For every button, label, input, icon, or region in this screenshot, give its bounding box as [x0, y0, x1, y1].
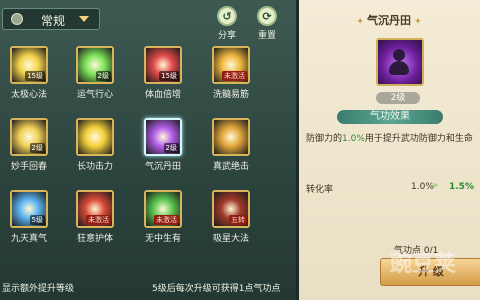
- skill-icon: 2级: [10, 118, 48, 156]
- skill-name: 洗髓易筋: [212, 90, 249, 100]
- skill-level-badge: 未激活: [222, 71, 247, 81]
- skill-name: 九天真气: [10, 234, 47, 244]
- skill-slot[interactable]: 五转吸星大法: [208, 190, 254, 250]
- desc-text-2: 用于提升武功防御力和生命: [364, 134, 473, 144]
- skill-name: 太极心法: [10, 90, 47, 100]
- skill-level-badge: 2级: [376, 92, 420, 104]
- skill-level-badge: 五转: [229, 215, 247, 225]
- qichen-dantian-icon: [376, 38, 424, 86]
- rate-next: 1.5%: [449, 182, 474, 192]
- skill-slot[interactable]: 2级妙手回春: [6, 118, 52, 178]
- skill-icon: [212, 118, 250, 156]
- skill-name: 真武绝击: [212, 162, 249, 172]
- share-icon: ↺: [217, 6, 237, 26]
- skill-name: 体血倍增: [144, 90, 181, 100]
- skill-slot[interactable]: 2级气沉丹田: [140, 118, 186, 178]
- skill-icon: [76, 118, 114, 156]
- skill-icon: 15级: [144, 46, 182, 84]
- skill-slot[interactable]: 长功击力: [72, 118, 118, 178]
- reset-icon: ⟳: [257, 6, 277, 26]
- desc-highlight: 1.0%: [342, 134, 365, 144]
- skill-icon: 未激活: [212, 46, 250, 84]
- skill-slot[interactable]: 未激活洗髓易筋: [208, 46, 254, 106]
- skill-icon: 5级: [10, 190, 48, 228]
- skill-icon: 五转: [212, 190, 250, 228]
- watermark-text: 豌豆荚: [390, 252, 457, 277]
- skill-slot[interactable]: 真武绝击: [208, 118, 254, 178]
- skill-name: 狂意护体: [76, 234, 113, 244]
- skill-level-badge: 2级: [29, 143, 45, 153]
- category-dropdown-label: 常规: [41, 14, 66, 28]
- skill-level-badge: 未激活: [154, 215, 179, 225]
- conversion-rate-label: 转化率: [306, 185, 334, 195]
- panel-divider: [296, 0, 299, 300]
- skill-name: 气沉丹田: [144, 162, 181, 172]
- skill-level-badge: 5级: [29, 215, 45, 225]
- effect-description: 防御力的1.0%用于提升武功防御力和生命: [306, 131, 480, 144]
- reset-button-label: 重置: [257, 31, 276, 41]
- share-button[interactable]: ↺ 分享: [210, 6, 244, 41]
- extra-level-text: 显示额外提升等级: [2, 284, 75, 294]
- rate-current: 1.0%: [411, 182, 434, 192]
- skill-slot[interactable]: 15级体血倍增: [140, 46, 186, 106]
- skill-icon: 2级: [144, 118, 182, 156]
- skill-icon: 2级: [76, 46, 114, 84]
- skill-level-badge: 2级: [163, 143, 179, 153]
- skill-level-badge: 15级: [159, 71, 179, 81]
- skill-slot[interactable]: 2级运气行心: [72, 46, 118, 106]
- share-button-label: 分享: [217, 31, 236, 41]
- detail-title: ✦ 气沉丹田 ✦: [356, 14, 422, 27]
- double-arrow-icon: »: [432, 180, 439, 191]
- skill-slot[interactable]: 未激活无中生有: [140, 190, 186, 250]
- skill-icon: 未激活: [76, 190, 114, 228]
- skill-slot[interactable]: 15级太极心法: [6, 46, 52, 106]
- upgrade-rule-text: 5级后每次升级可获得1点气功点: [152, 284, 281, 294]
- skill-level-badge: 未激活: [86, 215, 111, 225]
- category-dropdown[interactable]: 常规: [2, 8, 100, 30]
- skill-name: 运气行心: [76, 90, 113, 100]
- skill-slot[interactable]: 未激活狂意护体: [72, 190, 118, 250]
- skill-level-badge: 2级: [95, 71, 111, 81]
- skill-name: 吸星大法: [212, 234, 249, 244]
- detail-title-text: 气沉丹田: [367, 14, 411, 27]
- skill-name: 长功击力: [76, 162, 113, 172]
- skill-icon: 15级: [10, 46, 48, 84]
- skill-icon: 未激活: [144, 190, 182, 228]
- effect-header: 气功效果: [337, 110, 443, 124]
- category-icon: [11, 13, 23, 25]
- skill-slot[interactable]: 5级九天真气: [6, 190, 52, 250]
- skill-name: 无中生有: [144, 234, 181, 244]
- desc-text-1: 防御力的: [306, 134, 343, 144]
- reset-button[interactable]: ⟳ 重置: [250, 6, 284, 41]
- skill-name: 妙手回春: [10, 162, 47, 172]
- skill-level-badge: 15级: [25, 71, 45, 81]
- chevron-down-icon: [79, 16, 89, 22]
